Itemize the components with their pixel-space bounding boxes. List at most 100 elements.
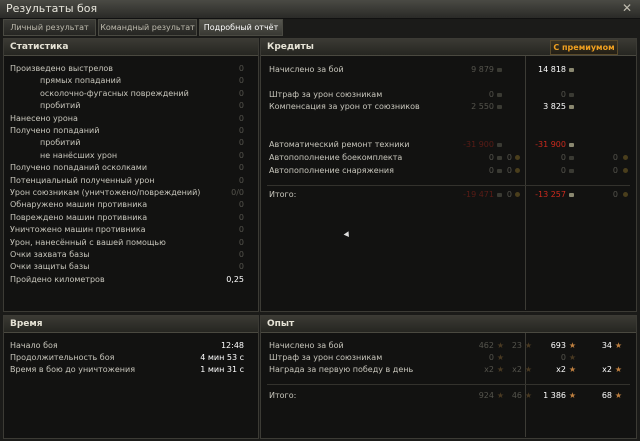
stats-row-label: пробитий <box>40 101 81 111</box>
credit-coin-icon <box>569 68 574 72</box>
stats-row-value: 0 <box>238 262 244 272</box>
xp-total-separator <box>267 384 630 385</box>
credits-premium-value: 3 825 <box>543 102 566 111</box>
stats-row-label: прямых попаданий <box>40 76 122 86</box>
credit-coin-icon <box>497 93 502 97</box>
stats-row-value: 0 <box>238 237 244 247</box>
time-row: Начало боя 12:48 <box>4 340 258 352</box>
stats-row-label: Очки защиты базы <box>10 262 90 272</box>
tab-team-result[interactable]: Командный результат <box>98 19 197 36</box>
stats-row-value: 0 <box>238 212 244 222</box>
credits-row: Итого: -19 471 0 -13 257 0 <box>261 189 636 201</box>
xp-panel: Опыт Начислено за бой 462 ★ 23 ★ 693 ★ 34 ★ Штраф… <box>260 315 637 439</box>
stats-row: Потенциальный полученный урон 0 <box>4 175 258 187</box>
stats-row: Обнаружено машин противника 0 <box>4 199 258 211</box>
credits-row-label: Начислено за бой <box>269 65 344 74</box>
xp-star-icon: ★ <box>568 353 576 362</box>
credits-row: Автопополнение боекомплекта 0 0 0 0 <box>261 152 636 164</box>
stats-row-value: 0 <box>238 126 244 135</box>
stats-row-value: 0/0 <box>231 188 244 197</box>
credits-row-label: Автоматический ремонт техники <box>269 140 410 149</box>
gold-coin-icon <box>623 192 628 197</box>
free-xp-star-icon: ★ <box>524 391 532 400</box>
stats-row: Пройдено километров 0,25 <box>4 274 258 286</box>
credit-coin-icon <box>497 193 502 197</box>
free-xp-base-value: x2 <box>512 365 522 374</box>
time-row-value: 1 мин 31 с <box>200 365 244 374</box>
time-row-label: Продолжительность боя <box>10 353 115 362</box>
credit-coin-icon <box>569 156 574 160</box>
stats-row-value: 0 <box>238 64 244 73</box>
credits-row: Автопополнение снаряжения 0 0 0 0 <box>261 165 636 177</box>
window-title: Результаты боя <box>6 2 98 15</box>
time-panel: Время Начало боя 12:48 Продолжительность б… <box>3 315 259 439</box>
xp-star-icon: ★ <box>496 341 504 350</box>
xp-star-icon: ★ <box>568 341 576 350</box>
stats-row-label: Потенциальный полученный урон <box>10 175 155 185</box>
time-row: Продолжительность боя 4 мин 53 с <box>4 352 258 364</box>
stats-row-value: 0 <box>238 138 244 148</box>
stats-row-label: Пройдено километров <box>10 274 105 284</box>
xp-row: Штраф за урон союзникам 0 ★ 0 ★ <box>261 352 636 364</box>
xp-row: Начислено за бой 462 ★ 23 ★ 693 ★ 34 ★ <box>261 340 636 352</box>
xp-base-value: 462 <box>478 341 494 350</box>
stats-row: Нанесено урона 0 <box>4 113 258 125</box>
xp-star-icon: ★ <box>568 365 576 374</box>
credits-total-separator <box>267 185 630 186</box>
credits-row-label: Компенсация за урон от союзников <box>269 102 420 111</box>
xp-row-label: Начислено за бой <box>269 341 344 350</box>
xp-premium-value: 0 <box>560 353 566 362</box>
gold-coin-icon <box>623 155 628 160</box>
gold-coin-icon <box>515 155 520 160</box>
time-row-label: Время в бою до уничтожения <box>10 365 136 374</box>
credits-row-label: Итого: <box>269 190 297 199</box>
free-xp-base-value: 23 <box>511 341 522 350</box>
stats-row: не нанёсших урон 0 <box>4 150 258 162</box>
stats-row-label: Уничтожено машин противника <box>10 225 146 235</box>
credits-premium-value: -13 257 <box>535 190 566 199</box>
credits-premium-value: -31 900 <box>535 140 566 149</box>
stats-row-label: осколочно-фугасных повреждений <box>40 88 189 98</box>
stats-row-value: 0 <box>238 225 244 235</box>
credit-coin-icon <box>569 169 574 173</box>
credit-coin-icon <box>497 143 502 147</box>
tab-personal-result[interactable]: Личный результат <box>3 19 96 36</box>
gold-base-value: 0 <box>506 166 512 175</box>
stats-row-label: Очки захвата базы <box>10 250 90 259</box>
stats-row-value: 0,25 <box>226 274 244 284</box>
tab-detailed-report[interactable]: Подробный отчёт <box>199 19 283 36</box>
stats-row: Урон союзникам (уничтожено/повреждений) 0… <box>4 187 258 199</box>
gold-coin-icon <box>515 192 520 197</box>
xp-base-value: x2 <box>484 365 494 374</box>
credits-base-value: 0 <box>488 153 494 162</box>
credits-base-value: 0 <box>488 166 494 175</box>
gold-base-value: 0 <box>506 190 512 199</box>
free-xp-premium-value: x2 <box>602 365 612 374</box>
close-icon[interactable]: ✕ <box>620 1 634 15</box>
credits-row-label: Штраф за урон союзникам <box>269 90 383 99</box>
stats-row-label: Получено попаданий осколками <box>10 163 148 173</box>
time-row: Время в бою до уничтожения 1 мин 31 с <box>4 364 258 376</box>
xp-base-value: 924 <box>478 391 494 400</box>
time-row-value: 4 мин 53 с <box>200 353 244 362</box>
stats-row: пробитий 0 <box>4 137 258 149</box>
stats-row-value: 0 <box>238 113 244 123</box>
stats-row-value: 0 <box>238 175 244 185</box>
xp-star-icon: ★ <box>496 365 504 374</box>
free-xp-star-icon: ★ <box>524 341 532 350</box>
credit-coin-icon <box>569 93 574 97</box>
xp-star-icon: ★ <box>496 391 504 400</box>
credits-base-value: 2 550 <box>471 102 494 111</box>
credits-base-value: 0 <box>488 90 494 99</box>
stats-row-value: 0 <box>238 88 244 98</box>
time-row-label: Начало боя <box>10 341 58 350</box>
stats-row-label: пробитий <box>40 138 81 148</box>
stats-row-label: не нанёсших урон <box>40 150 118 160</box>
credits-base-value: -31 900 <box>463 140 494 149</box>
credits-panel: Кредиты С премиумом Начислено за бой 9 87… <box>260 38 637 312</box>
xp-header: Опыт <box>261 316 636 333</box>
credits-base-value: 9 879 <box>471 65 494 74</box>
gold-coin-icon <box>515 168 520 173</box>
credits-row-label: Автопополнение боекомплекта <box>269 153 403 162</box>
gold-premium-value: 0 <box>612 166 618 175</box>
